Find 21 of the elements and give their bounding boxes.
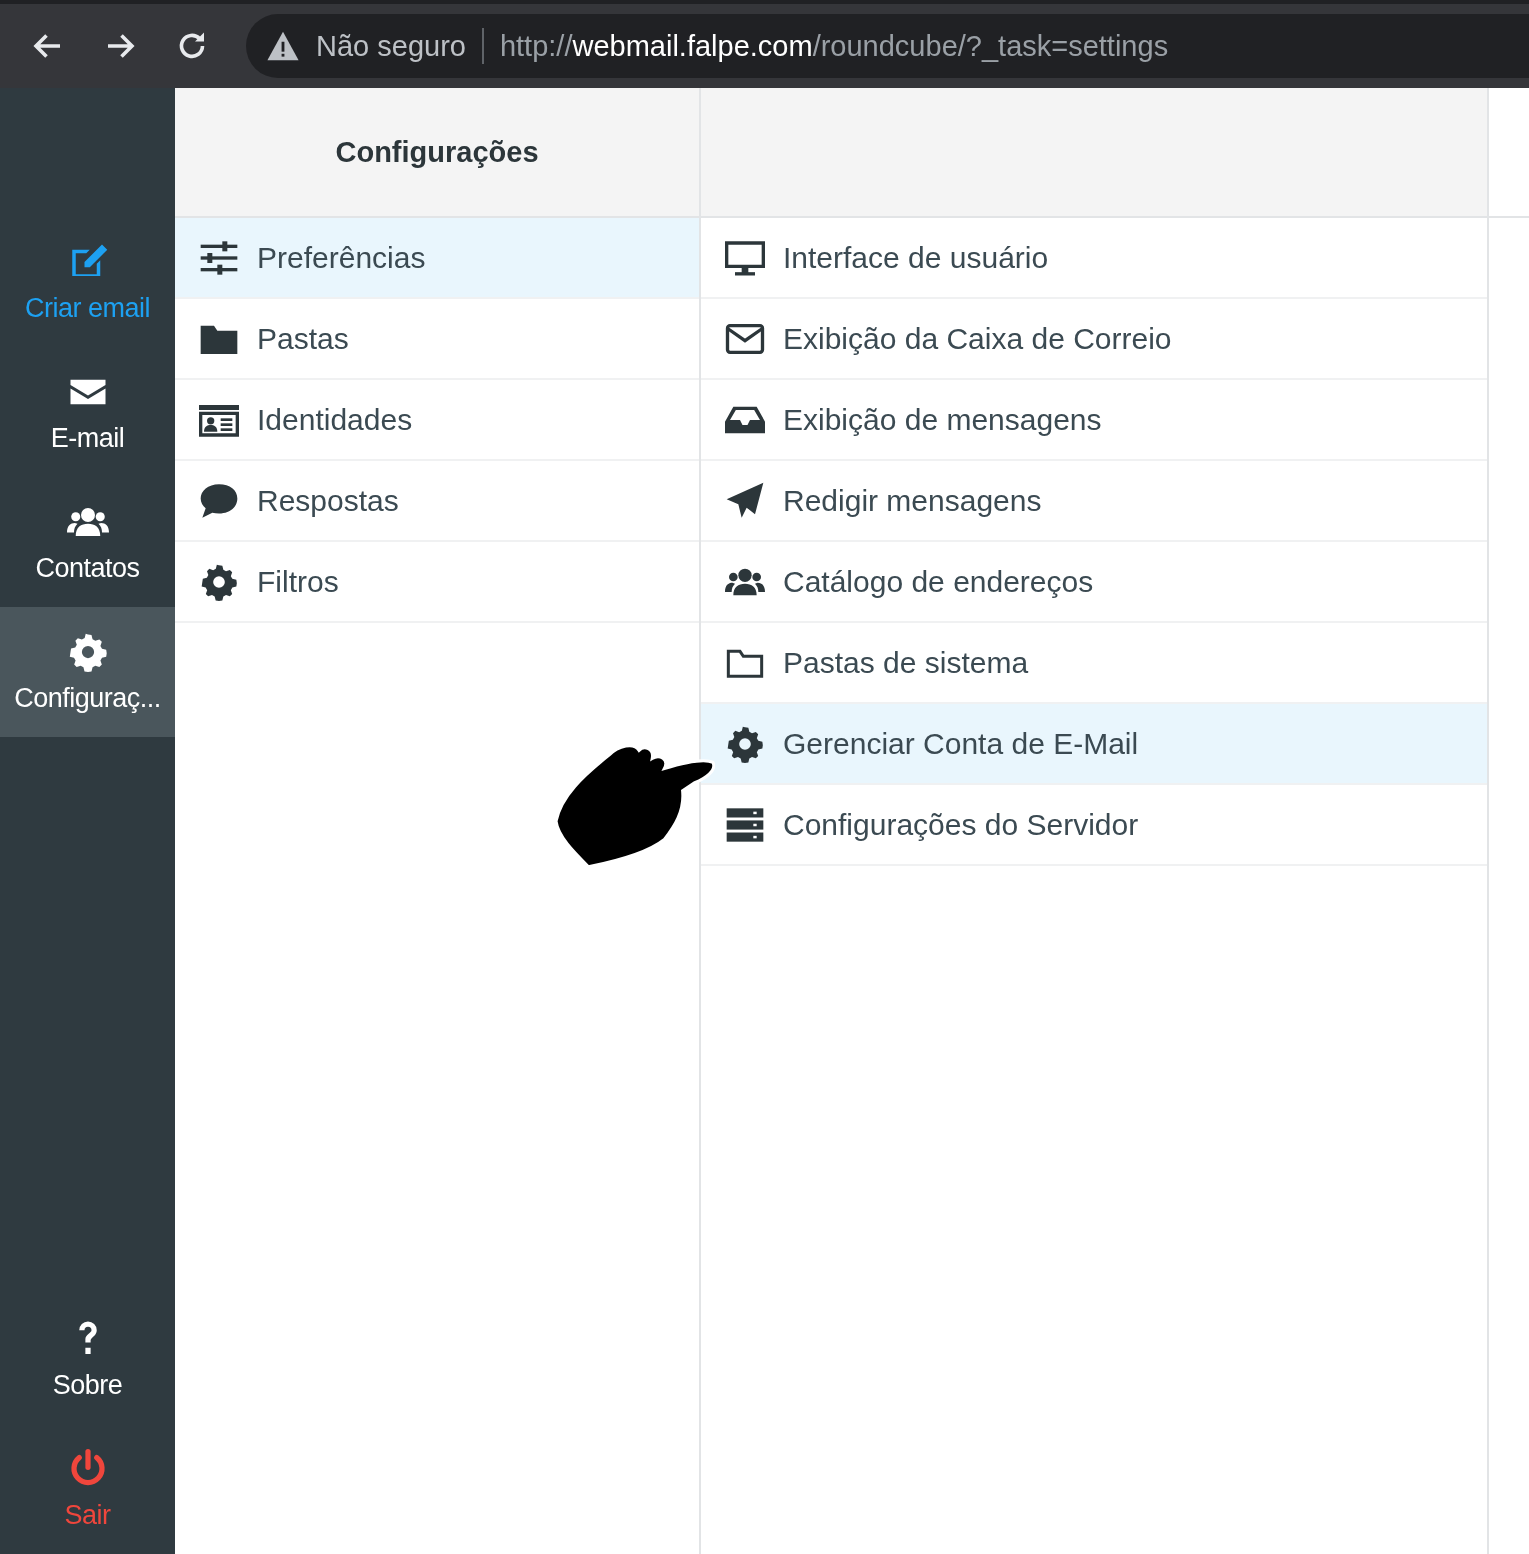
settings-section-item[interactable]: Identidades <box>175 380 699 461</box>
settings-section-item[interactable]: Filtros <box>175 542 699 623</box>
nav-item[interactable]: E-mail <box>0 347 175 477</box>
security-label: Não seguro <box>316 29 466 63</box>
panel-title: Configurações <box>335 135 539 169</box>
preference-item[interactable]: Exibição de mensagens <box>701 380 1487 461</box>
nav-item[interactable]: Configuraç... <box>0 607 175 737</box>
address-bar[interactable]: Não seguro http://webmail.falpe.com/roundcube/?_task=settings <box>246 14 1529 78</box>
preference-item[interactable]: Configurações do Servidor <box>701 785 1487 866</box>
nav-item[interactable]: Contatos <box>0 477 175 607</box>
url-text: http://webmail.falpe.com/roundcube/?_task=settings <box>499 29 1169 63</box>
settings-section-item[interactable]: Respostas <box>175 461 699 542</box>
settings-section-item[interactable]: Pastas <box>175 299 699 380</box>
preference-item[interactable]: Redigir mensagens <box>701 461 1487 542</box>
preference-item[interactable]: Gerenciar Conta de E-Mail <box>701 704 1487 785</box>
preference-item[interactable]: Catálogo de endereços <box>701 542 1487 623</box>
preference-item[interactable]: Exibição da Caixa de Correio <box>701 299 1487 380</box>
settings-section-item[interactable]: Preferências <box>175 218 699 299</box>
nav-item[interactable]: Sobre <box>0 1294 175 1424</box>
nav-item[interactable]: Criar email <box>0 217 175 347</box>
preference-item[interactable]: Interface de usuário <box>701 218 1487 299</box>
